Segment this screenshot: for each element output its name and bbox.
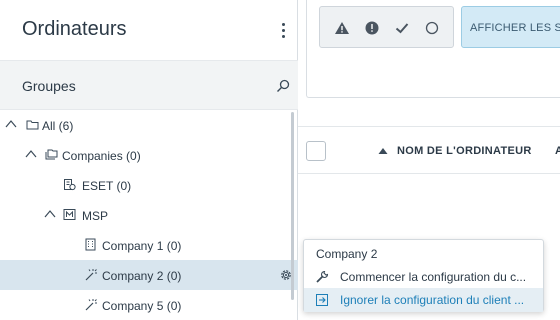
tree-item-msp[interactable]: MSP [0,200,298,230]
folder-icon [26,120,39,130]
sort-ascending-icon[interactable] [378,147,388,155]
error-icon[interactable] [364,20,380,36]
scrollbar-thumb[interactable] [291,112,294,300]
building-icon [85,238,96,251]
skip-icon [316,294,328,306]
tree-item-label: All (6) [42,119,74,133]
msp-icon [63,209,76,220]
wrench-icon [316,270,329,283]
more-options-icon[interactable] [278,20,290,40]
magic-wand-icon [85,269,97,281]
column-header-next[interactable]: A [555,145,560,157]
check-icon[interactable] [394,20,410,36]
group-folder-icon [45,149,58,160]
page-title: Ordinateurs [22,18,127,40]
magic-wand-icon [85,299,97,311]
tree-item-label: Companies (0) [62,149,141,163]
tree-item-all[interactable]: All (6) [0,110,298,140]
chevron-up-icon[interactable] [25,149,37,159]
column-header-computer-name[interactable]: NOM DE L'ORDINATEUR [397,145,532,157]
tree-item-companies[interactable]: Companies (0) [0,140,298,170]
filter-bar: AFFICHER LES SOUS [306,0,560,98]
warning-icon[interactable] [334,20,350,36]
tree-item-label: Company 5 (0) [102,299,182,313]
groups-label: Groupes [22,78,76,94]
search-icon[interactable] [276,79,290,93]
tree-item-label: ESET (0) [82,179,132,193]
context-menu-title: Company 2 [316,247,378,261]
tree-item-company-5[interactable]: Company 5 (0) [0,290,298,320]
status-filter-group [319,6,454,48]
tree-item-label: Company 2 (0) [102,269,182,283]
table-header: NOM DE L'ORDINATEUR A [298,126,560,174]
tree-item-eset[interactable]: ESET (0) [0,170,298,200]
chevron-up-icon[interactable] [5,119,17,129]
tree-item-company-2[interactable]: Company 2 (0) [0,260,298,290]
menu-item-ignore-configuration[interactable]: Ignorer la configuration du client ... [304,288,543,312]
menu-item-label: Commencer la configuration du c... [340,270,527,284]
tree-item-label: MSP [82,209,109,223]
group-tree: All (6) Companies (0) ESET (0) MSP Compa… [0,110,298,320]
show-subgroups-button[interactable]: AFFICHER LES SOUS [461,6,560,48]
circle-icon[interactable] [424,20,440,36]
tree-scrollbar[interactable] [291,112,295,302]
company-badge-icon [64,179,76,191]
groups-bar: Groupes [0,60,298,110]
context-menu: Company 2 Commencer la configuration du … [303,239,544,312]
select-all-checkbox[interactable] [306,141,326,161]
panel-header: Ordinateurs [0,0,298,60]
computers-panel: Ordinateurs Groupes All (6) Companies (0… [0,0,298,320]
tree-item-label: Company 1 (0) [102,239,182,253]
tree-item-company-1[interactable]: Company 1 (0) [0,230,298,260]
menu-item-start-configuration[interactable]: Commencer la configuration du c... [304,265,543,289]
chevron-up-icon[interactable] [44,209,56,219]
menu-item-label: Ignorer la configuration du client ... [340,293,525,307]
